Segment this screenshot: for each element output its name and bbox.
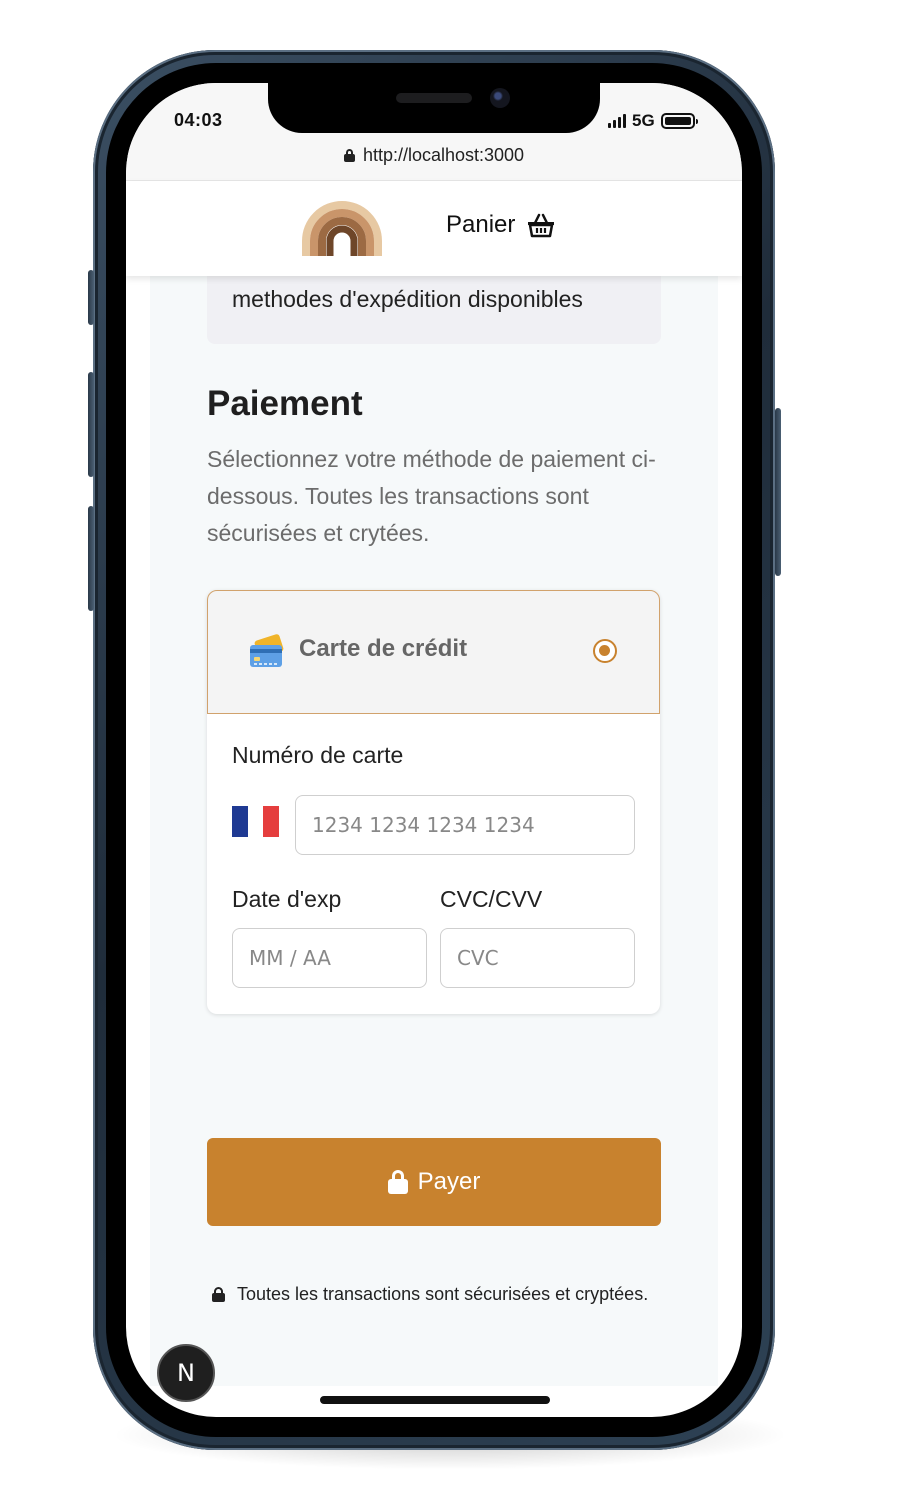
pay-button[interactable]: Payer — [207, 1138, 661, 1226]
france-flag-icon — [232, 806, 280, 837]
credit-card-option[interactable]: Carte de crédit — [207, 590, 660, 714]
home-indicator[interactable] — [320, 1396, 550, 1404]
method-label: Carte de crédit — [299, 635, 468, 662]
pay-button-label: Payer — [417, 1168, 481, 1195]
rainbow-logo-icon[interactable] — [302, 201, 382, 256]
mute-switch — [88, 270, 94, 325]
payment-description: Sélectionnez votre méthode de paiement c… — [207, 446, 656, 546]
nextjs-dev-badge[interactable]: N — [157, 1344, 215, 1402]
signal-icon — [608, 114, 626, 128]
credit-card-icon — [250, 634, 284, 667]
network-type: 5G — [632, 111, 655, 130]
notch — [268, 83, 600, 133]
expiry-input[interactable]: MM / AA — [232, 928, 427, 988]
url-display[interactable]: http://localhost:3000 — [126, 145, 742, 166]
cart-label: Panier — [446, 211, 516, 238]
payment-method-card: Carte de crédit Numéro de carte 1234 123… — [207, 590, 660, 1014]
speaker-grille — [396, 93, 472, 103]
app-header: Panier — [126, 181, 742, 276]
cvc-input[interactable]: CVC — [440, 928, 635, 988]
checkout-content: methodes d'expédition disponibles Paieme… — [126, 276, 742, 1417]
dev-badge-letter: N — [177, 1359, 195, 1387]
payment-title: Paiement — [207, 384, 363, 423]
battery-icon — [660, 113, 698, 129]
front-camera — [490, 88, 510, 108]
status-indicators: 5G — [608, 111, 698, 131]
card-number-label: Numéro de carte — [232, 742, 404, 768]
power-button — [775, 408, 781, 576]
cart-link[interactable]: Panier — [446, 211, 555, 239]
lock-icon — [343, 149, 355, 162]
cvc-label: CVC/CVV — [440, 886, 543, 912]
lock-icon — [387, 1170, 408, 1194]
card-number-input[interactable]: 1234 1234 1234 1234 — [295, 795, 635, 855]
status-time: 04:03 — [174, 110, 223, 130]
cvc-placeholder: CVC — [457, 946, 499, 970]
basket-icon — [528, 213, 555, 238]
secure-note-text: Toutes les transactions sont sécurisées … — [237, 1284, 649, 1304]
lock-icon — [212, 1287, 225, 1302]
method-radio-selected[interactable] — [593, 639, 617, 663]
shipping-info-box: methodes d'expédition disponibles — [207, 276, 661, 344]
secure-note: Toutes les transactions sont sécurisées … — [212, 1284, 648, 1305]
card-number-placeholder: 1234 1234 1234 1234 — [312, 813, 535, 837]
expiry-placeholder: MM / AA — [249, 946, 331, 970]
volume-up-button — [88, 372, 94, 477]
expiry-label: Date d'exp — [232, 886, 342, 912]
shipping-text: methodes d'expédition disponibles — [232, 286, 583, 312]
phone-screen: 04:03 5G http://localhost:3000 Panier me… — [126, 83, 742, 1417]
url-text: http://localhost:3000 — [362, 145, 525, 165]
volume-down-button — [88, 506, 94, 611]
